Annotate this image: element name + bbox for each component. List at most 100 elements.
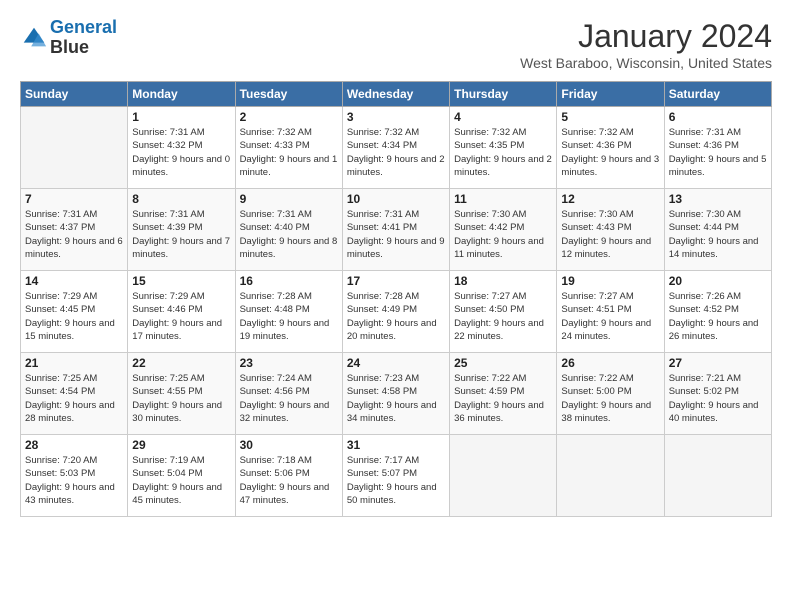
day-number: 18 <box>454 274 552 288</box>
day-number: 7 <box>25 192 123 206</box>
week-row-3: 14 Sunrise: 7:29 AM Sunset: 4:45 PM Dayl… <box>21 271 772 353</box>
day-cell: 1 Sunrise: 7:31 AM Sunset: 4:32 PM Dayli… <box>128 107 235 189</box>
day-number: 26 <box>561 356 659 370</box>
day-info: Sunrise: 7:23 AM Sunset: 4:58 PM Dayligh… <box>347 372 445 425</box>
day-info: Sunrise: 7:25 AM Sunset: 4:55 PM Dayligh… <box>132 372 230 425</box>
col-header-sunday: Sunday <box>21 82 128 107</box>
day-cell: 10 Sunrise: 7:31 AM Sunset: 4:41 PM Dayl… <box>342 189 449 271</box>
day-number: 15 <box>132 274 230 288</box>
day-number: 19 <box>561 274 659 288</box>
day-cell: 18 Sunrise: 7:27 AM Sunset: 4:50 PM Dayl… <box>450 271 557 353</box>
day-cell: 6 Sunrise: 7:31 AM Sunset: 4:36 PM Dayli… <box>664 107 771 189</box>
day-cell: 19 Sunrise: 7:27 AM Sunset: 4:51 PM Dayl… <box>557 271 664 353</box>
title-block: January 2024 West Baraboo, Wisconsin, Un… <box>520 18 772 71</box>
page: General Blue January 2024 West Baraboo, … <box>0 0 792 527</box>
header: General Blue January 2024 West Baraboo, … <box>20 18 772 71</box>
day-info: Sunrise: 7:32 AM Sunset: 4:33 PM Dayligh… <box>240 126 338 179</box>
day-cell: 28 Sunrise: 7:20 AM Sunset: 5:03 PM Dayl… <box>21 435 128 517</box>
day-number: 28 <box>25 438 123 452</box>
week-row-4: 21 Sunrise: 7:25 AM Sunset: 4:54 PM Dayl… <box>21 353 772 435</box>
day-info: Sunrise: 7:31 AM Sunset: 4:41 PM Dayligh… <box>347 208 445 261</box>
day-info: Sunrise: 7:31 AM Sunset: 4:32 PM Dayligh… <box>132 126 230 179</box>
day-number: 25 <box>454 356 552 370</box>
logo-text: General Blue <box>50 18 117 58</box>
day-cell: 23 Sunrise: 7:24 AM Sunset: 4:56 PM Dayl… <box>235 353 342 435</box>
day-info: Sunrise: 7:31 AM Sunset: 4:39 PM Dayligh… <box>132 208 230 261</box>
day-info: Sunrise: 7:32 AM Sunset: 4:36 PM Dayligh… <box>561 126 659 179</box>
day-number: 27 <box>669 356 767 370</box>
day-cell: 30 Sunrise: 7:18 AM Sunset: 5:06 PM Dayl… <box>235 435 342 517</box>
day-cell: 4 Sunrise: 7:32 AM Sunset: 4:35 PM Dayli… <box>450 107 557 189</box>
day-cell: 15 Sunrise: 7:29 AM Sunset: 4:46 PM Dayl… <box>128 271 235 353</box>
day-cell <box>450 435 557 517</box>
day-number: 13 <box>669 192 767 206</box>
col-header-tuesday: Tuesday <box>235 82 342 107</box>
day-cell: 31 Sunrise: 7:17 AM Sunset: 5:07 PM Dayl… <box>342 435 449 517</box>
day-info: Sunrise: 7:27 AM Sunset: 4:50 PM Dayligh… <box>454 290 552 343</box>
month-title: January 2024 <box>520 18 772 55</box>
day-cell: 11 Sunrise: 7:30 AM Sunset: 4:42 PM Dayl… <box>450 189 557 271</box>
day-info: Sunrise: 7:19 AM Sunset: 5:04 PM Dayligh… <box>132 454 230 507</box>
day-number: 31 <box>347 438 445 452</box>
day-info: Sunrise: 7:20 AM Sunset: 5:03 PM Dayligh… <box>25 454 123 507</box>
header-row: SundayMondayTuesdayWednesdayThursdayFrid… <box>21 82 772 107</box>
day-number: 29 <box>132 438 230 452</box>
day-info: Sunrise: 7:28 AM Sunset: 4:48 PM Dayligh… <box>240 290 338 343</box>
week-row-5: 28 Sunrise: 7:20 AM Sunset: 5:03 PM Dayl… <box>21 435 772 517</box>
day-cell: 13 Sunrise: 7:30 AM Sunset: 4:44 PM Dayl… <box>664 189 771 271</box>
day-number: 23 <box>240 356 338 370</box>
day-cell: 29 Sunrise: 7:19 AM Sunset: 5:04 PM Dayl… <box>128 435 235 517</box>
day-number: 9 <box>240 192 338 206</box>
day-number: 22 <box>132 356 230 370</box>
day-info: Sunrise: 7:26 AM Sunset: 4:52 PM Dayligh… <box>669 290 767 343</box>
logo: General Blue <box>20 18 117 58</box>
day-cell: 12 Sunrise: 7:30 AM Sunset: 4:43 PM Dayl… <box>557 189 664 271</box>
col-header-monday: Monday <box>128 82 235 107</box>
day-cell: 8 Sunrise: 7:31 AM Sunset: 4:39 PM Dayli… <box>128 189 235 271</box>
day-cell: 7 Sunrise: 7:31 AM Sunset: 4:37 PM Dayli… <box>21 189 128 271</box>
day-cell <box>21 107 128 189</box>
day-info: Sunrise: 7:31 AM Sunset: 4:36 PM Dayligh… <box>669 126 767 179</box>
day-cell: 9 Sunrise: 7:31 AM Sunset: 4:40 PM Dayli… <box>235 189 342 271</box>
day-cell: 22 Sunrise: 7:25 AM Sunset: 4:55 PM Dayl… <box>128 353 235 435</box>
day-number: 5 <box>561 110 659 124</box>
col-header-thursday: Thursday <box>450 82 557 107</box>
day-cell: 24 Sunrise: 7:23 AM Sunset: 4:58 PM Dayl… <box>342 353 449 435</box>
day-cell: 5 Sunrise: 7:32 AM Sunset: 4:36 PM Dayli… <box>557 107 664 189</box>
day-number: 30 <box>240 438 338 452</box>
day-info: Sunrise: 7:25 AM Sunset: 4:54 PM Dayligh… <box>25 372 123 425</box>
day-info: Sunrise: 7:29 AM Sunset: 4:45 PM Dayligh… <box>25 290 123 343</box>
day-number: 16 <box>240 274 338 288</box>
day-number: 17 <box>347 274 445 288</box>
day-number: 11 <box>454 192 552 206</box>
day-info: Sunrise: 7:24 AM Sunset: 4:56 PM Dayligh… <box>240 372 338 425</box>
day-cell: 16 Sunrise: 7:28 AM Sunset: 4:48 PM Dayl… <box>235 271 342 353</box>
day-cell: 3 Sunrise: 7:32 AM Sunset: 4:34 PM Dayli… <box>342 107 449 189</box>
day-cell: 27 Sunrise: 7:21 AM Sunset: 5:02 PM Dayl… <box>664 353 771 435</box>
day-cell: 21 Sunrise: 7:25 AM Sunset: 4:54 PM Dayl… <box>21 353 128 435</box>
day-number: 12 <box>561 192 659 206</box>
day-info: Sunrise: 7:22 AM Sunset: 4:59 PM Dayligh… <box>454 372 552 425</box>
col-header-friday: Friday <box>557 82 664 107</box>
day-cell: 2 Sunrise: 7:32 AM Sunset: 4:33 PM Dayli… <box>235 107 342 189</box>
day-number: 8 <box>132 192 230 206</box>
day-number: 1 <box>132 110 230 124</box>
week-row-2: 7 Sunrise: 7:31 AM Sunset: 4:37 PM Dayli… <box>21 189 772 271</box>
day-info: Sunrise: 7:21 AM Sunset: 5:02 PM Dayligh… <box>669 372 767 425</box>
day-info: Sunrise: 7:17 AM Sunset: 5:07 PM Dayligh… <box>347 454 445 507</box>
day-info: Sunrise: 7:27 AM Sunset: 4:51 PM Dayligh… <box>561 290 659 343</box>
day-info: Sunrise: 7:22 AM Sunset: 5:00 PM Dayligh… <box>561 372 659 425</box>
day-cell: 17 Sunrise: 7:28 AM Sunset: 4:49 PM Dayl… <box>342 271 449 353</box>
col-header-saturday: Saturday <box>664 82 771 107</box>
logo-icon <box>20 24 48 52</box>
day-cell <box>557 435 664 517</box>
day-info: Sunrise: 7:32 AM Sunset: 4:35 PM Dayligh… <box>454 126 552 179</box>
day-info: Sunrise: 7:31 AM Sunset: 4:37 PM Dayligh… <box>25 208 123 261</box>
day-cell: 25 Sunrise: 7:22 AM Sunset: 4:59 PM Dayl… <box>450 353 557 435</box>
day-number: 21 <box>25 356 123 370</box>
week-row-1: 1 Sunrise: 7:31 AM Sunset: 4:32 PM Dayli… <box>21 107 772 189</box>
col-header-wednesday: Wednesday <box>342 82 449 107</box>
day-info: Sunrise: 7:30 AM Sunset: 4:42 PM Dayligh… <box>454 208 552 261</box>
day-info: Sunrise: 7:28 AM Sunset: 4:49 PM Dayligh… <box>347 290 445 343</box>
day-info: Sunrise: 7:31 AM Sunset: 4:40 PM Dayligh… <box>240 208 338 261</box>
